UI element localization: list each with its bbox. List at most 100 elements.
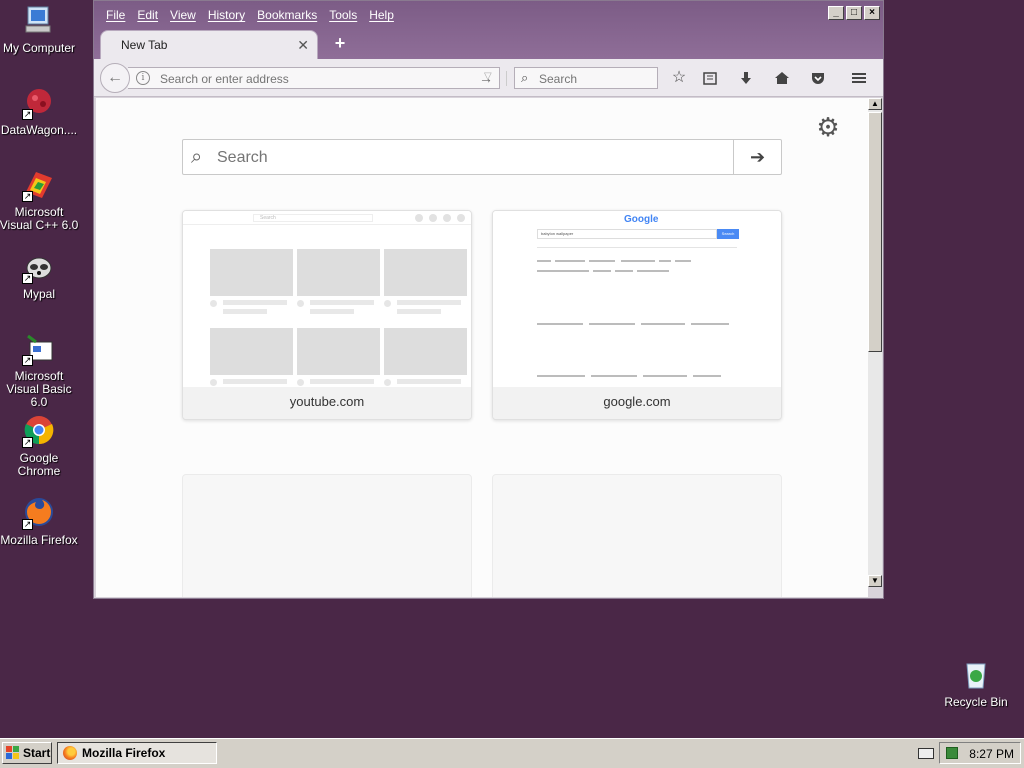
desktop-icon-datawagon[interactable]: ↗ DataWagon....: [0, 86, 81, 137]
home-icon[interactable]: [771, 67, 793, 89]
preview-line: [589, 260, 615, 262]
scroll-down-arrow-icon[interactable]: ▼: [868, 575, 882, 587]
search-icon: ⌕: [191, 146, 203, 168]
preview-circle: [210, 379, 217, 386]
google-preview-logo: Google: [624, 214, 659, 225]
newtab-search-input[interactable]: [217, 148, 717, 168]
url-input[interactable]: [160, 70, 450, 87]
info-icon[interactable]: i: [136, 71, 150, 85]
shortcut-arrow-icon: ↗: [22, 519, 33, 530]
shortcut-arrow-icon: ↗: [22, 191, 33, 202]
scroll-up-arrow-icon[interactable]: ▲: [868, 98, 882, 110]
desktop-icon-mypal[interactable]: ↗ Mypal: [0, 250, 81, 301]
firefox-icon: [63, 746, 77, 760]
tab-close-icon[interactable]: ✕: [297, 37, 309, 54]
recycle-bin-icon: [959, 658, 993, 692]
video-thumb: [384, 328, 467, 375]
close-window-button[interactable]: ×: [864, 6, 880, 20]
desktop-icon-visual-cpp[interactable]: ↗ Microsoft Visual C++ 6.0: [0, 168, 81, 232]
mypal-icon: ↗: [22, 250, 56, 284]
desktop-icon-label: My Computer: [2, 41, 76, 55]
google-preview-query: babylon wallpaper: [537, 229, 717, 239]
site-thumbnail: Search: [183, 211, 471, 389]
newtab-search-box[interactable]: ⌕ ➔: [182, 139, 782, 175]
minimize-button[interactable]: _: [828, 6, 844, 20]
taskbar-item-firefox[interactable]: Mozilla Firefox: [57, 742, 217, 764]
preview-dot: [443, 214, 451, 222]
datawagon-icon: ↗: [22, 86, 56, 120]
desktop-icon-my-computer[interactable]: My Computer: [0, 4, 81, 55]
preview-circle: [384, 379, 391, 386]
url-bar[interactable]: i ▽ →: [128, 67, 507, 89]
video-thumb: [210, 249, 293, 296]
separator: [506, 71, 507, 86]
preview-line: [397, 300, 461, 305]
preview-line: [593, 270, 611, 272]
vertical-scrollbar[interactable]: ▲ ▼: [868, 98, 882, 587]
hamburger-menu-icon[interactable]: [848, 67, 870, 89]
tile-caption: youtube.com: [183, 387, 471, 419]
start-button[interactable]: Start: [2, 742, 52, 764]
pocket-icon[interactable]: [807, 67, 829, 89]
visual-cpp-icon: ↗: [22, 168, 56, 202]
preview-line: [537, 323, 583, 325]
preview-line: [693, 375, 721, 377]
search-go-arrow-icon[interactable]: ➔: [733, 140, 781, 174]
menu-view[interactable]: View: [164, 6, 202, 24]
desktop-icon-label: Microsoft Visual C++ 6.0: [0, 205, 79, 232]
go-arrow-icon[interactable]: →: [479, 70, 493, 86]
desktop-icon-recycle-bin[interactable]: Recycle Bin: [934, 658, 1018, 709]
youtube-preview-search: Search: [253, 214, 373, 222]
desktop-icon-firefox[interactable]: ↗ Mozilla Firefox: [0, 496, 81, 547]
shortcut-arrow-icon: ↗: [22, 355, 33, 366]
site-thumbnail: Google babylon wallpaper Search: [493, 211, 781, 389]
preview-line: [537, 247, 737, 248]
menu-bookmarks[interactable]: Bookmarks: [251, 6, 323, 24]
network-tray-icon[interactable]: [946, 747, 958, 759]
visual-basic-icon: ↗: [22, 332, 56, 366]
preview-line: [397, 309, 441, 314]
scrollbar-thumb[interactable]: [868, 112, 882, 352]
menu-help[interactable]: Help: [363, 6, 400, 24]
downloads-icon[interactable]: [735, 67, 757, 89]
tab-new-tab[interactable]: New Tab ✕: [100, 30, 318, 59]
menu-tools[interactable]: Tools: [323, 6, 363, 24]
desktop-icon-visual-basic[interactable]: ↗ Microsoft Visual Basic 6.0: [0, 332, 81, 409]
menu-history[interactable]: History: [202, 6, 251, 24]
top-site-tile-youtube[interactable]: Search youtube.com: [182, 210, 472, 420]
search-input[interactable]: [539, 70, 649, 87]
preview-line: [397, 379, 461, 384]
top-site-tile-empty[interactable]: [492, 474, 782, 597]
navigation-toolbar: i ▽ → ← ⌕ ☆: [94, 59, 883, 97]
computer-icon: [22, 4, 56, 38]
preview-line: [615, 270, 633, 272]
desktop-icon-label: Microsoft Visual Basic 6.0: [6, 369, 72, 409]
preview-line: [310, 309, 354, 314]
taskbar: Start Mozilla Firefox 8:27 PM: [0, 738, 1024, 768]
bookmark-star-icon[interactable]: ☆: [668, 67, 690, 89]
bookmarks-library-icon[interactable]: [699, 67, 721, 89]
settings-gear-icon[interactable]: ⚙: [815, 114, 841, 140]
clock[interactable]: 8:27 PM: [969, 747, 1014, 761]
start-label: Start: [23, 746, 51, 760]
new-tab-button[interactable]: +: [330, 32, 350, 54]
desktop-icon-chrome[interactable]: ↗ Google Chrome: [0, 414, 81, 478]
preview-line: [589, 323, 635, 325]
maximize-button[interactable]: □: [846, 6, 862, 20]
menu-edit[interactable]: Edit: [131, 6, 164, 24]
menu-file[interactable]: File: [100, 6, 131, 24]
google-preview-button: Search: [717, 229, 739, 239]
desktop-icon-label: Mozilla Firefox: [0, 533, 78, 547]
search-bar[interactable]: ⌕: [514, 67, 658, 89]
preview-line: [691, 323, 729, 325]
top-site-tile-empty[interactable]: [182, 474, 472, 597]
preview-line: [537, 270, 589, 272]
preview-circle: [384, 300, 391, 307]
keyboard-icon[interactable]: [918, 748, 934, 759]
preview-circle: [297, 300, 304, 307]
preview-line: [555, 260, 585, 262]
back-button[interactable]: ←: [100, 63, 130, 93]
shortcut-arrow-icon: ↗: [22, 437, 33, 448]
top-site-tile-google[interactable]: Google babylon wallpaper Search google.c…: [492, 210, 782, 420]
preview-line: [537, 260, 551, 262]
